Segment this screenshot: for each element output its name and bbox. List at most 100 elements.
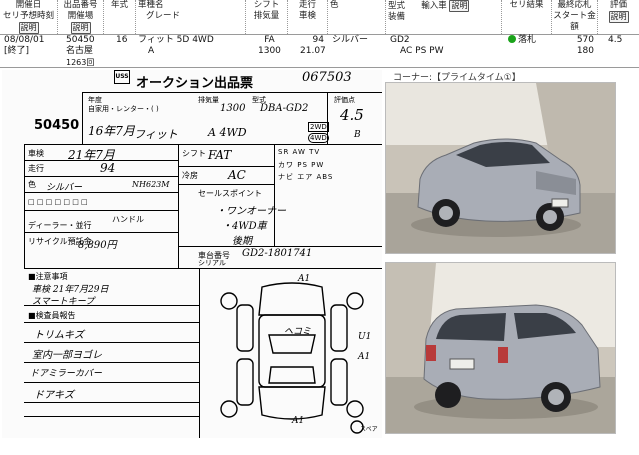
sheet-report-3: ドアミラーカバー [30, 369, 102, 379]
col-result-header: セリ結果 [502, 0, 552, 34]
sheet-point-3: 後期 [232, 236, 252, 247]
row-lot-number: 50450 [66, 35, 95, 45]
col-grade-label: グレード [146, 11, 181, 21]
col-start-price-label: スタート金額 [553, 11, 596, 32]
row-type-code: GD2 [390, 35, 410, 45]
equip-sr: SR [278, 148, 290, 156]
car-photo-rear[interactable] [385, 262, 616, 434]
lot-stamp: 067503 [302, 70, 352, 85]
row-type-cell: GD2 AC PS PW [390, 35, 443, 57]
sheet-dealer-label: ディーラー・並行 [28, 221, 92, 230]
row-model-cell[interactable]: フィット 5D 4WD A [138, 35, 214, 57]
sheet-model-name-hand: フィット [134, 128, 178, 141]
damage-mark-a1-right: A1 [358, 352, 371, 362]
row-lot-cell: 50450 名古屋 1263回 [66, 35, 95, 68]
auction-sheet-image[interactable]: USS オークション出品票 067503 50450 年度 自家用・レンター・(… [2, 70, 382, 438]
sheet-report-label: 検査員報告 [35, 311, 76, 320]
sheet-color-label: 色 [28, 180, 36, 189]
equip-ps: PS [297, 161, 308, 169]
sheet-mileage-hand: 94 [100, 161, 116, 175]
row-shift: FA [264, 35, 275, 45]
sheet-aircon-hand: AC [228, 168, 246, 182]
col-mileage-header: 走行 車検 [288, 0, 328, 34]
col-mileage-label: 走行 [298, 0, 316, 10]
explain-button-score[interactable]: 説明 [608, 11, 629, 23]
col-time-label: セリ予想時刻 [2, 11, 54, 21]
equip-pw: PW [311, 161, 325, 169]
col-type-label: 型式 [388, 1, 406, 11]
sheet-report-1: トリムキズ [34, 330, 84, 341]
col-type-header: 型式 輸入車 説明 装備 [386, 0, 502, 34]
col-displacement-label: 排気量 [253, 11, 280, 21]
col-grade-header: 評価 説明 [598, 0, 639, 34]
sheet-color-code-hand: NH623M [132, 180, 170, 189]
col-date-label: 開催日 [15, 0, 42, 10]
row-result-cell: 落札 [508, 35, 536, 46]
sheet-recycle-hand: 8,890円 [78, 240, 117, 251]
damage-mark-u1: U1 [358, 332, 372, 342]
col-year-label: 年式 [110, 0, 128, 10]
sheet-shift-hand: FAT [208, 148, 232, 162]
row-color: シルバー [332, 35, 369, 45]
sheet-inspection-label: 車検 [28, 149, 44, 158]
row-equipment: AC PS PW [400, 46, 444, 56]
col-price-header: 最終応札 スタート金額 [552, 0, 598, 34]
lot-header-table: 開催日 セリ予想時刻 説明 出品番号 開催場 説明 年式 車種名 グレード シフ… [0, 0, 639, 68]
row-start-price: 180 [576, 46, 594, 56]
row-year: 16 [116, 35, 128, 45]
spare-label: スペア [360, 426, 378, 433]
row-mileage-cell: 94 21.07 [300, 35, 326, 57]
sheet-report-2: 室内一部ヨゴレ [32, 350, 102, 361]
equip-navi: ナビ [278, 173, 294, 181]
sold-indicator-icon [508, 35, 516, 43]
explain-button-lot[interactable]: 説明 [70, 22, 91, 34]
row-model[interactable]: フィット 5D 4WD [138, 35, 214, 46]
col-model-header: 車種名 グレード [136, 0, 246, 34]
equip-aw: AW [292, 148, 306, 156]
car-photo-front[interactable] [385, 82, 616, 254]
equip-leather: カワ [278, 161, 294, 169]
sheet-report-4: ドアキズ [34, 390, 74, 401]
explain-button-date[interactable]: 説明 [18, 22, 39, 34]
sheet-score-label: 評価点 [334, 96, 355, 104]
col-lot-header: 出品番号 開催場 説明 [58, 0, 104, 34]
equip-tv: TV [309, 148, 321, 156]
sheet-type-hand: DBA-GD2 [260, 103, 309, 114]
row-venue-code: 1263回 [66, 58, 95, 67]
row-inspection: 21.07 [300, 46, 326, 56]
col-venue-label: 開催場 [67, 11, 94, 21]
col-final-bid-label: 最終応札 [557, 0, 592, 10]
col-color-label: 色 [330, 0, 339, 10]
explain-button-import[interactable]: 説明 [449, 0, 470, 12]
sheet-score-hand: 4.5 [340, 106, 364, 124]
sheet-point-1: ・ワンオーナー [216, 206, 286, 217]
sheet-car-kind-label: 自家用・レンター・( ) [88, 105, 159, 113]
row-status: [終了] [4, 46, 30, 56]
col-model-label: 車種名 [138, 0, 164, 10]
col-shift-label: シフト [253, 0, 280, 10]
sheet-interior-grade: B [354, 130, 361, 140]
sheet-handle-label: ハンドル [112, 215, 144, 224]
col-lot-label: 出品番号 [63, 0, 98, 10]
col-equipment-label: 装備 [388, 12, 406, 22]
sheet-lot-number: 50450 [34, 118, 80, 133]
col-score-label: 評価 [609, 0, 627, 10]
row-grade: A [148, 46, 155, 56]
col-shift-header: シフト 排気量 [246, 0, 288, 34]
row-price-cell: 570 180 [560, 35, 594, 57]
sheet-mileage-label: 走行 [28, 164, 44, 173]
sheet-grade-hand: A 4WD [208, 126, 247, 139]
col-result-label: セリ結果 [509, 0, 544, 10]
row-result: 落札 [518, 35, 537, 45]
sheet-chassis-hand: GD2-1801741 [242, 248, 313, 259]
row-final-bid: 570 [576, 35, 594, 45]
sheet-selling-points-label: セールスポイント [198, 189, 262, 198]
equip-airbag: エア [297, 173, 314, 181]
sheet-serial-label: シリアル [198, 259, 226, 267]
col-color-header: 色 [328, 0, 386, 34]
col-import-label: 輸入車 [421, 1, 447, 11]
sheet-notes-label: 注意事項 [35, 272, 68, 281]
uss-logo: USS [114, 70, 130, 84]
col-inspection-label: 車検 [298, 11, 316, 21]
sheet-point-2: ・4WD車 [222, 221, 267, 232]
